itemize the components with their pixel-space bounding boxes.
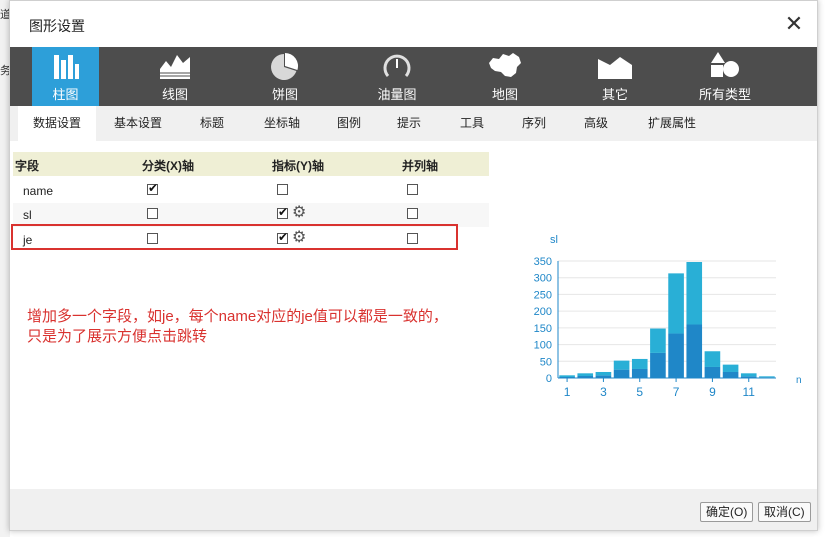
dialog-footer: 确定(O) 取消(C): [10, 489, 817, 530]
chart-type-bar: 柱图 线图 饼图 油量图 地图 其它 所有类型: [10, 47, 817, 106]
bar: [595, 371, 612, 376]
chart-type-bar-chart[interactable]: 柱图: [32, 47, 99, 106]
chart-type-label: 其它: [601, 87, 628, 102]
y-tick-label: 350: [534, 256, 552, 268]
bar: [577, 373, 594, 376]
y-tick-label: 300: [534, 273, 552, 285]
x-tick-label: 11: [743, 385, 756, 399]
chart-type-all[interactable]: 所有类型: [690, 47, 760, 106]
bar: [722, 364, 739, 372]
header-parallel-axis: 并列轴: [402, 159, 439, 173]
tab-data-settings[interactable]: 数据设置: [18, 106, 96, 141]
bar: [686, 324, 703, 378]
chart-type-label: 所有类型: [698, 87, 751, 102]
bar: [704, 366, 721, 378]
y-axis-checkbox[interactable]: ✔: [277, 205, 289, 219]
cancel-button[interactable]: 取消(C): [758, 502, 811, 522]
bar: [686, 262, 703, 325]
bar: [631, 368, 648, 378]
tab-tooltip[interactable]: 提示: [390, 106, 428, 141]
settings-tabs: 数据设置 基本设置 标题 坐标轴 图例 提示 工具 序列 高级 扩展属性: [10, 106, 817, 141]
bar: [668, 333, 684, 378]
bar: [704, 351, 721, 367]
tab-tools[interactable]: 工具: [453, 106, 491, 141]
x-tick-label: 1: [564, 385, 571, 399]
tab-series[interactable]: 序列: [515, 106, 553, 141]
header-y-axis: 指标(Y)轴: [272, 159, 324, 173]
gear-icon[interactable]: ⚙: [292, 205, 306, 221]
x-axis-checkbox[interactable]: [147, 208, 158, 219]
bar-chart-icon: [51, 51, 81, 84]
chart-type-label: 地图: [491, 87, 518, 102]
bar: [559, 375, 575, 377]
bar: [650, 328, 666, 353]
bar: [650, 352, 666, 378]
parallel-axis-checkbox[interactable]: [407, 184, 418, 195]
x-tick-label: 5: [636, 385, 643, 399]
chart-type-label: 柱图: [52, 87, 79, 102]
y-tick-label: 150: [534, 323, 552, 335]
x-tick-label: 9: [709, 385, 716, 399]
bar: [668, 273, 684, 334]
annotation-line: 增加多一个字段，如je，每个name对应的je值可以都是一致的，: [27, 308, 448, 325]
tab-basic-settings[interactable]: 基本设置: [106, 106, 170, 141]
chart-type-label: 油量图: [377, 87, 417, 102]
chart-type-pie-chart[interactable]: 饼图: [250, 47, 320, 106]
bar: [613, 369, 630, 378]
bar: [759, 376, 775, 378]
x-axis-checkbox[interactable]: ✔: [147, 181, 159, 195]
y-axis-label: sl: [550, 234, 558, 246]
y-tick-label: 200: [534, 306, 552, 318]
bar: [613, 360, 630, 370]
dialog-title: 图形设置: [29, 18, 85, 34]
chart-type-gauge[interactable]: 油量图: [362, 47, 432, 106]
tab-legend[interactable]: 图例: [330, 106, 368, 141]
gauge-icon: [382, 51, 412, 84]
header-x-axis: 分类(X)轴: [142, 159, 194, 173]
x-tick-label: 7: [673, 385, 680, 399]
bar: [740, 373, 757, 377]
map-icon: [487, 51, 523, 84]
chart-type-line-chart[interactable]: 线图: [140, 47, 210, 106]
y-tick-label: 250: [534, 289, 552, 301]
check-icon: ✔: [148, 181, 159, 195]
pie-chart-icon: [270, 51, 300, 84]
chart-type-label: 线图: [161, 87, 188, 102]
y-axis-checkbox[interactable]: [277, 184, 288, 195]
bar: [631, 358, 648, 369]
highlight-box: [11, 224, 458, 250]
grid-header: 字段 分类(X)轴 指标(Y)轴 并列轴: [13, 152, 489, 176]
table-row: name ✔: [13, 179, 489, 203]
tab-title[interactable]: 标题: [190, 106, 234, 141]
ok-button[interactable]: 确定(O): [700, 502, 754, 522]
annotation-note: 增加多一个字段，如je，每个name对应的je值可以都是一致的， 只是为了展示方…: [27, 307, 448, 347]
y-tick-label: 50: [540, 356, 552, 368]
chart-type-map[interactable]: 地图: [470, 47, 540, 106]
all-types-icon: [709, 51, 741, 84]
data-settings-panel: 字段 分类(X)轴 指标(Y)轴 并列轴 name ✔ sl ✔ ⚙ je ✔ …: [10, 141, 817, 489]
field-name: name: [23, 184, 54, 198]
chart-type-label: 饼图: [271, 87, 298, 102]
tab-advanced[interactable]: 高级: [577, 106, 615, 141]
other-chart-icon: [596, 51, 634, 84]
field-name: sl: [23, 208, 32, 222]
close-icon[interactable]: ✕: [781, 11, 807, 37]
chart-preview: 0 50 100 150 200 250 300 350 sl 1 3 5 7 9 11 n: [534, 234, 802, 399]
header-field: 字段: [15, 159, 40, 173]
chart-settings-dialog: 图形设置 ✕ 柱图 线图 饼图 油量图 地图 其它 所有类型 数据设置 基本设置…: [9, 0, 818, 531]
bar: [722, 371, 739, 378]
y-tick-label: 100: [534, 340, 552, 352]
line-chart-icon: [159, 51, 191, 84]
tab-axis[interactable]: 坐标轴: [254, 106, 310, 141]
annotation-line: 只是为了展示方便点击跳转: [27, 328, 208, 345]
tab-extended-properties[interactable]: 扩展属性: [640, 106, 704, 141]
dialog-titlebar: 图形设置 ✕: [10, 1, 817, 47]
y-tick-label: 0: [546, 373, 552, 385]
chart-type-other[interactable]: 其它: [580, 47, 650, 106]
check-icon: ✔: [278, 205, 289, 219]
x-tick-label: 3: [600, 385, 607, 399]
parallel-axis-checkbox[interactable]: [407, 208, 418, 219]
x-axis-label: n: [796, 375, 802, 386]
